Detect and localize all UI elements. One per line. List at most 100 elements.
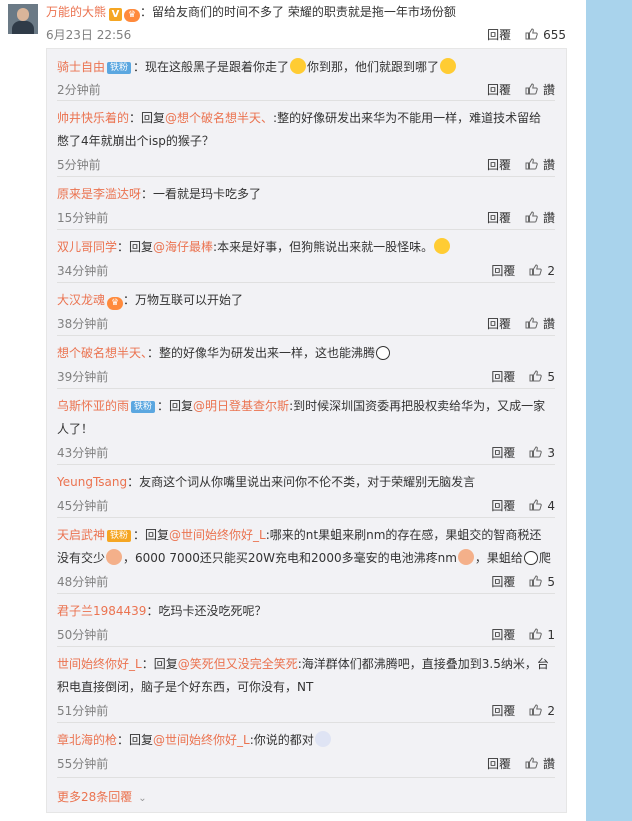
comment-username[interactable]: 帅井快乐着的 (57, 111, 129, 125)
list-item: 原来是李滥达呀：一看就是玛卡吃多了 (57, 183, 552, 206)
like-count: 5 (547, 370, 555, 384)
comment-actions: 回覆 4 (491, 497, 555, 514)
divider (57, 593, 555, 594)
comment-time: 39分钟前 (57, 370, 109, 384)
like-count: 讚 (542, 83, 555, 97)
thumbs-up-icon[interactable] (525, 757, 538, 769)
comment-username[interactable]: 天启武神 (57, 528, 105, 542)
comment-username[interactable]: 想个破名想半天、 (57, 346, 147, 360)
comment-time: 5分钟前 (57, 158, 101, 172)
comment-text: 乌斯怀亚的雨 铁粉 ：回复@明日登基查尔斯:到时候深圳国资委再把股权卖给华为，又成一… (57, 399, 546, 436)
comment-actions: 回覆 2 (491, 702, 555, 719)
like-count: 5 (547, 575, 555, 589)
thumbs-up-icon[interactable] (529, 370, 543, 382)
comment-username[interactable]: 原来是李滥达呀 (57, 187, 141, 201)
fan-badge: 铁粉 (107, 530, 132, 542)
comment-actions: 回覆 讚 (487, 209, 555, 226)
comment-time: 48分钟前 (57, 575, 109, 589)
thumbs-up-icon[interactable] (525, 28, 538, 40)
thumbs-up-icon[interactable] (529, 628, 543, 640)
reply-button[interactable]: 回覆 (487, 28, 511, 42)
reply-button[interactable]: 回覆 (491, 446, 515, 460)
comment-text: 章北海的枪：回复@世间始终你好_L:你说的都对 (57, 729, 552, 752)
reply-button[interactable]: 回覆 (491, 370, 515, 384)
reply-button[interactable]: 回覆 (487, 317, 511, 331)
laugh-emoji-icon (440, 58, 457, 74)
comment-time: 50分钟前 (57, 628, 109, 642)
comment-time: 34分钟前 (57, 264, 109, 278)
comment-username[interactable]: 君子兰1984439 (57, 604, 146, 618)
top-comment-username[interactable]: 万能的大熊 (46, 5, 106, 19)
thumbs-up-icon[interactable] (525, 83, 538, 95)
list-item: 骑士自由 铁粉 ：现在这般黑子是跟着你走了 你到那，他们就跟到哪了 (57, 56, 552, 79)
list-item: YeungTsang：友商这个词从你嘴里说出来问你不伦不类，对于荣耀别无脑发言 (57, 471, 552, 494)
comment-time: 15分钟前 (57, 211, 109, 225)
divider (57, 777, 555, 778)
mention-link[interactable]: @想个破名想半天、 (165, 111, 273, 125)
comment-text: 想个破名想半天、：整的好像华为研发出来一样，这也能沸腾 (57, 342, 552, 365)
laugh-emoji-icon (290, 58, 307, 74)
list-item: 帅井快乐着的：回复@想个破名想半天、:整的好像研发出来华为不能用一样，难道技术留… (57, 107, 552, 153)
divider (57, 517, 555, 518)
divider (57, 646, 555, 647)
like-count: 2 (547, 704, 555, 718)
comment-time: 51分钟前 (57, 704, 109, 718)
comment-text: 双儿哥同学：回复@海仔最棒:本来是好事，但狗熊说出来就一股怪味。 (57, 236, 552, 259)
thumbs-up-icon[interactable] (525, 211, 538, 223)
divider (57, 100, 555, 101)
thumbs-up-icon[interactable] (529, 704, 543, 716)
like-count: 3 (547, 446, 555, 460)
crown-badge-icon: ♛ (107, 297, 124, 310)
top-comment-line: 万能的大熊 V ♛ ：留给友商们的时间不多了 荣耀的职责就是拖一年市场份额 (46, 4, 456, 22)
reply-button[interactable]: 回覆 (491, 264, 515, 278)
angry-emoji-icon (106, 549, 123, 565)
comment-text: 君子兰1984439：吃玛卡还没吃死呢？ (57, 604, 267, 618)
mention-link[interactable]: @世间始终你好_L (169, 528, 266, 542)
reply-button[interactable]: 回覆 (487, 211, 511, 225)
comment-username[interactable]: 骑士自由 (57, 60, 105, 74)
comment-actions: 回覆 讚 (487, 315, 555, 332)
comment-username[interactable]: 世间始终你好_L (57, 657, 142, 671)
reply-button[interactable]: 回覆 (487, 757, 511, 771)
reply-button[interactable]: 回覆 (491, 499, 515, 513)
comment-time: 55分钟前 (57, 757, 109, 771)
mention-link[interactable]: @海仔最棒 (153, 240, 213, 254)
comment-text: 原来是李滥达呀：一看就是玛卡吃多了 (57, 187, 262, 201)
like-count: 655 (543, 28, 566, 42)
thumbs-up-icon[interactable] (529, 499, 543, 511)
mention-link[interactable]: @笑死但又没完全笑死 (178, 657, 298, 671)
list-item: 天启武神 铁粉 ：回复@世间始终你好_L:哪来的nt果蛆来刷nm的存在感，果蛆交的智… (57, 524, 552, 570)
thumbs-up-icon[interactable] (525, 317, 538, 329)
comment-username[interactable]: 章北海的枪 (57, 733, 117, 747)
comment-actions: 回覆 讚 (487, 156, 555, 173)
reply-button[interactable]: 回覆 (487, 83, 511, 97)
reply-button[interactable]: 回覆 (491, 628, 515, 642)
comment-username[interactable]: 乌斯怀亚的雨 (57, 399, 129, 413)
comment-time: 45分钟前 (57, 499, 109, 513)
divider (57, 229, 555, 230)
comment-username[interactable]: 大汉龙魂 (57, 293, 105, 307)
top-comment-actions: 回覆 655 (487, 26, 566, 43)
like-count: 讚 (542, 757, 555, 771)
comment-actions: 回覆 5 (491, 573, 555, 590)
avatar[interactable] (8, 4, 38, 34)
like-count: 讚 (542, 211, 555, 225)
mention-link[interactable]: @明日登基查尔斯 (193, 399, 289, 413)
like-count: 讚 (542, 317, 555, 331)
comment-text: 大汉龙魂 ♛ ：万物互联可以开始了 (57, 293, 244, 310)
thumbs-up-icon[interactable] (529, 446, 543, 458)
comment-username[interactable]: YeungTsang (57, 475, 127, 489)
mention-link[interactable]: @世间始终你好_L (153, 733, 250, 747)
comment-actions: 回覆 讚 (487, 81, 555, 98)
thumbs-up-icon[interactable] (529, 264, 543, 276)
verified-v-icon: V (109, 8, 123, 21)
reply-button[interactable]: 回覆 (487, 158, 511, 172)
more-replies-link[interactable]: 更多28条回覆 ⌄ (57, 788, 147, 805)
divider (57, 388, 555, 389)
emoji-icon (376, 346, 391, 360)
comment-username[interactable]: 双儿哥同学 (57, 240, 117, 254)
reply-button[interactable]: 回覆 (491, 704, 515, 718)
reply-button[interactable]: 回覆 (491, 575, 515, 589)
thumbs-up-icon[interactable] (525, 158, 538, 170)
thumbs-up-icon[interactable] (529, 575, 543, 587)
